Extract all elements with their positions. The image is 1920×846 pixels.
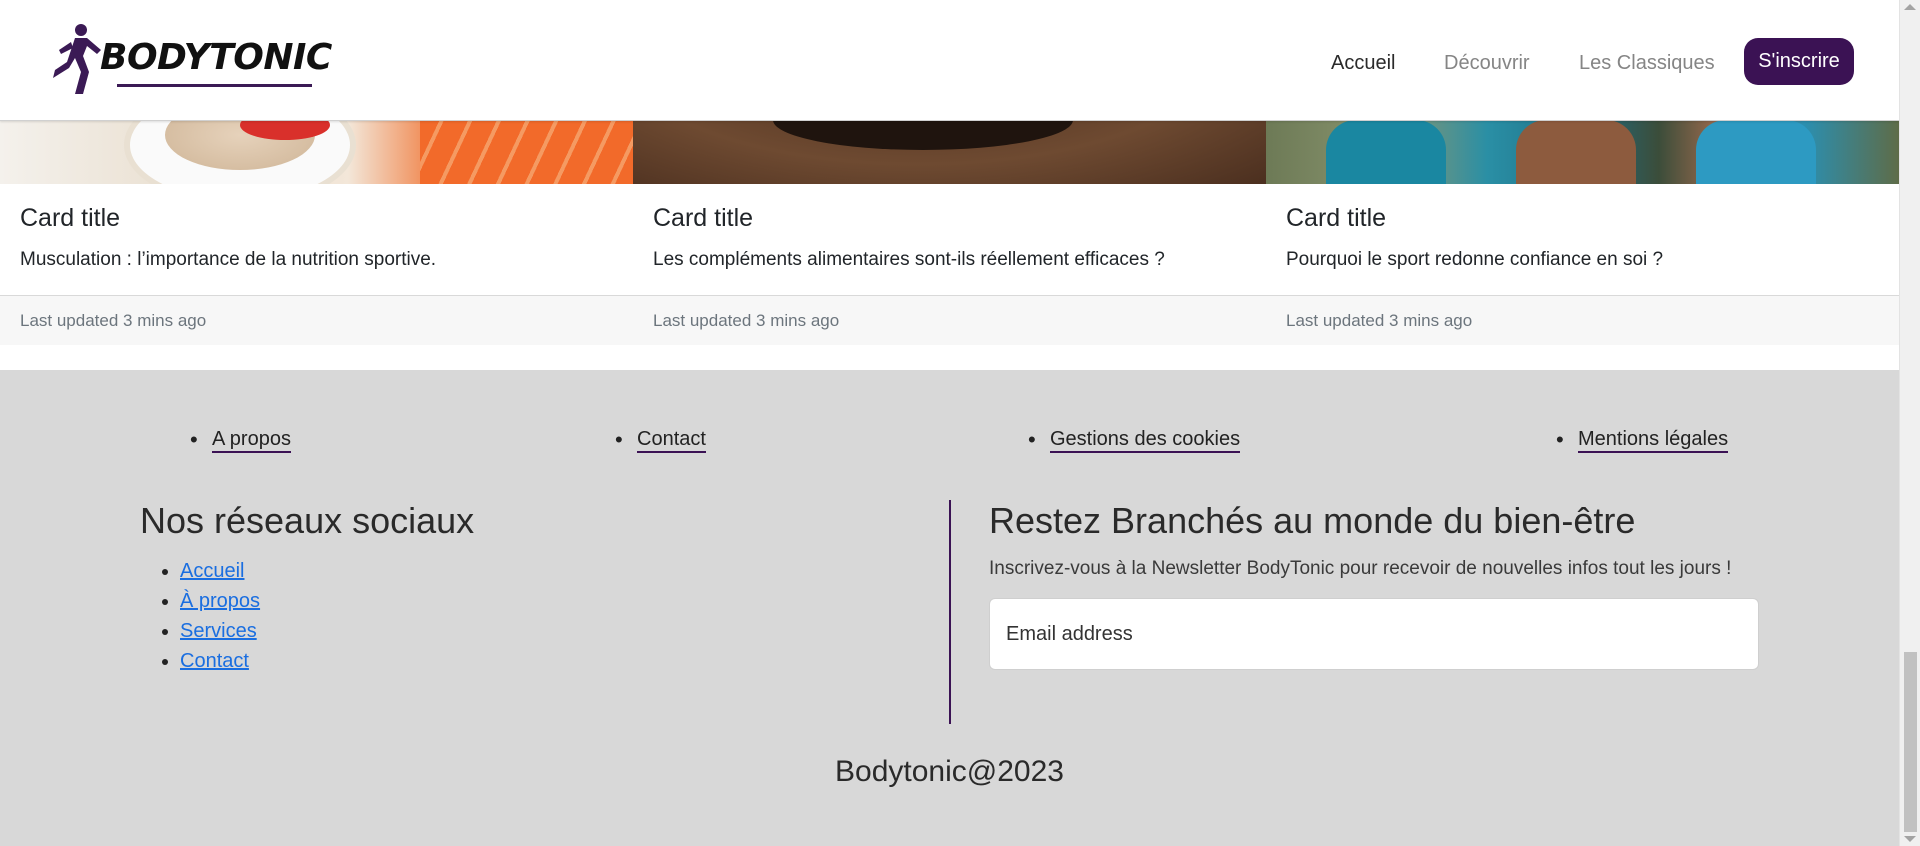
card-title: Card title: [1286, 204, 1387, 232]
footer-link-item: A propos: [190, 427, 291, 453]
card-footer: Last updated 3 mins ago: [0, 295, 633, 345]
card-text: Les compléments alimentaires sont-ils ré…: [653, 249, 1165, 270]
card-title: Card title: [20, 204, 121, 232]
newsletter-text: Inscrivez-vous à la Newsletter BodyTonic…: [989, 558, 1732, 579]
footer-link-cookies[interactable]: Gestions des cookies: [1050, 428, 1241, 453]
social-list: Accueil À propos Services Contact: [140, 556, 940, 676]
cards-bottom-spacer: [0, 345, 1899, 370]
footer-link-item: Gestions des cookies: [1028, 427, 1241, 453]
card-updated-text: Last updated 3 mins ago: [20, 311, 207, 330]
card-updated-text: Last updated 3 mins ago: [1286, 311, 1473, 330]
scroll-down-arrow-icon[interactable]: [1904, 836, 1916, 842]
social-link-accueil[interactable]: Accueil: [180, 560, 244, 582]
social-list-item: Contact: [180, 646, 940, 676]
footer-divider: [949, 500, 951, 724]
copyright: Bodytonic@2023: [835, 755, 1064, 788]
social-list-item: Services: [180, 616, 940, 646]
social-section: Nos réseaux sociaux Accueil À propos Ser…: [140, 500, 940, 676]
social-list-item: À propos: [180, 586, 940, 616]
card-text: Musculation : l’importance de la nutriti…: [20, 249, 437, 270]
card-body: Card title Les compléments alimentaires …: [633, 184, 1266, 295]
logo[interactable]: BODYTONIC: [45, 22, 332, 102]
footer-link-a-propos[interactable]: A propos: [212, 428, 291, 453]
scroll-thumb[interactable]: [1904, 652, 1917, 832]
nav-accueil[interactable]: Accueil: [1331, 52, 1395, 75]
newsletter-section: Restez Branchés au monde du bien-être In…: [989, 500, 1759, 670]
newsletter-title: Restez Branchés au monde du bien-être: [989, 500, 1636, 541]
footer-link-mentions-legales[interactable]: Mentions légales: [1578, 428, 1729, 453]
social-list-item: Accueil: [180, 556, 940, 586]
footer-link-item: Contact: [615, 427, 706, 453]
card-text: Pourquoi le sport redonne confiance en s…: [1286, 249, 1664, 270]
runner-shape: [1516, 120, 1636, 184]
scroll-up-arrow-icon[interactable]: [1904, 4, 1916, 10]
logo-text: BODYTONIC: [100, 37, 332, 78]
social-link-contact[interactable]: Contact: [180, 650, 249, 672]
runner-shape: [1696, 120, 1816, 184]
email-field[interactable]: [989, 598, 1759, 670]
card-footer: Last updated 3 mins ago: [633, 295, 1266, 345]
card-title: Card title: [653, 204, 754, 232]
nav-decouvrir[interactable]: Découvrir: [1444, 52, 1530, 75]
footer-link-item: Mentions légales: [1556, 427, 1729, 453]
social-title: Nos réseaux sociaux: [140, 500, 475, 541]
salmon-shape: [420, 110, 633, 184]
logo-underline: [117, 84, 312, 87]
card-updated-text: Last updated 3 mins ago: [653, 311, 840, 330]
footer-link-contact[interactable]: Contact: [637, 428, 706, 453]
site-header: BODYTONIC Accueil Découvrir Les Classiqu…: [0, 0, 1899, 121]
footer-links: A propos Contact Gestions des cookies Me…: [0, 427, 1899, 468]
nav-les-classiques[interactable]: Les Classiques: [1579, 52, 1715, 75]
card-footer: Last updated 3 mins ago: [1266, 295, 1899, 345]
page: Card title Musculation : l’importance de…: [0, 0, 1899, 846]
social-link-services[interactable]: Services: [180, 620, 257, 642]
card-body: Card title Musculation : l’importance de…: [0, 184, 633, 295]
social-link-a-propos[interactable]: À propos: [180, 590, 260, 612]
card-body: Card title Pourquoi le sport redonne con…: [1266, 184, 1899, 295]
runner-shape: [1326, 120, 1446, 184]
page-scrollbar[interactable]: [1899, 0, 1920, 846]
runner-icon: [53, 24, 101, 94]
signup-button[interactable]: S'inscrire: [1744, 38, 1854, 85]
